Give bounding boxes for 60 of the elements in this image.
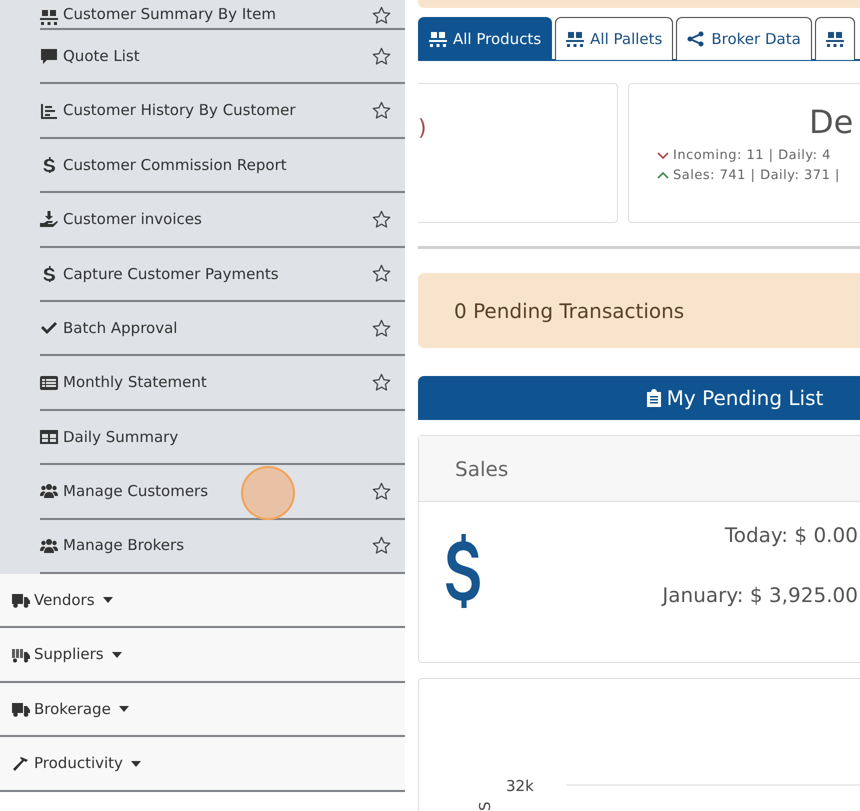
speech-bubble-icon [40,48,58,64]
table-icon [40,428,58,445]
pallet-icon [826,31,844,47]
stat-value: ) [418,116,427,141]
stat-line: Incoming: 11 | Daily: 4 [673,147,831,165]
sidebar-menu[interactable]: Productivity [0,737,405,792]
tab[interactable]: Broker Data [676,17,812,60]
sidebar-item[interactable]: Customer Summary By Item [40,0,405,30]
hammer-icon [12,756,30,772]
sidebar-item[interactable]: Monthly Statement [40,356,405,411]
stat-title: De [809,106,854,138]
axis-tick-label: 32k [506,777,534,795]
star-icon[interactable] [372,46,391,66]
sidebar-item[interactable]: Customer invoices [40,193,405,248]
sidebar-item[interactable]: Capture Customer Payments [40,248,405,302]
share-icon [687,31,706,47]
sidebar-item[interactable]: Quote List [40,30,405,84]
truck-icon [12,701,30,718]
list-icon [40,374,58,391]
star-icon[interactable] [372,373,391,392]
sidebar-item[interactable]: Daily Summary [40,410,405,466]
pending-list-button[interactable]: My Pending List [418,376,860,420]
star-icon[interactable] [372,264,391,284]
clipboard-icon [646,389,661,407]
alert-text: 0 Pending Transactions [454,298,684,324]
caret-icon [102,597,113,604]
star-icon[interactable] [372,318,391,338]
pallet-icon [429,31,447,47]
stat-line: Sales: 741 | Daily: 371 | [673,166,840,184]
sidebar-item[interactable]: Batch Approval [40,302,405,356]
caret-icon [130,760,141,767]
sidebar-item[interactable]: Customer History By Customer [40,84,405,139]
caret-icon [118,706,129,712]
hand-with-arrow-icon [40,211,58,228]
card-title: Sales [455,456,508,482]
pallet-icon [566,31,584,47]
star-icon[interactable] [372,482,391,501]
tab[interactable] [814,17,855,60]
check-icon [40,320,58,336]
pallet-icon [40,9,58,25]
star-icon[interactable] [372,210,391,229]
tab[interactable]: All Products [418,17,552,60]
users-icon [40,538,58,554]
sidebar-menu[interactable]: Brokerage [0,682,405,738]
sales-month: January: $ 3,925.00 [662,582,858,609]
sidebar-item[interactable]: Manage Customers [40,465,405,520]
users-icon [40,483,58,500]
axis-title: S [476,801,494,811]
star-icon[interactable] [372,6,391,25]
sidebar-menu[interactable]: Suppliers [0,628,405,683]
sidebar-menu[interactable]: Vendors [0,574,405,628]
sales-today: Today: $ 0.00 [724,522,858,549]
tab[interactable]: All Pallets [555,17,674,60]
star-icon[interactable] [372,101,391,120]
sidebar-item[interactable]: Customer Commission Report [40,138,405,194]
caret-icon [112,652,122,658]
star-icon[interactable] [372,536,391,556]
bar-chart-icon [40,102,58,119]
truck-icon [12,592,30,608]
truck-icon [12,646,30,663]
